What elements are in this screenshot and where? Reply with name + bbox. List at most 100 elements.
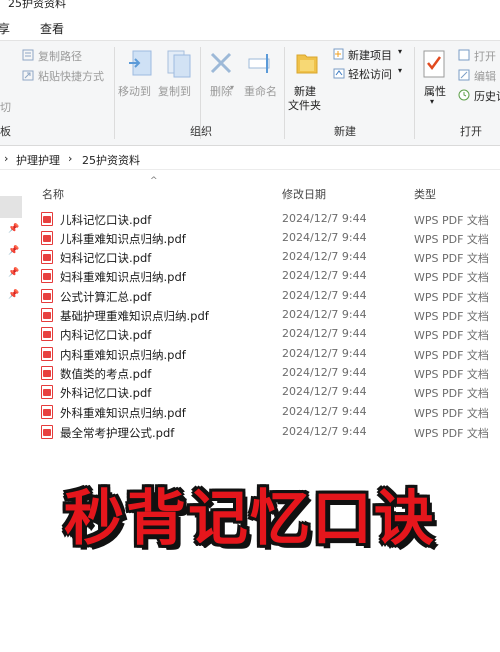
file-type: WPS PDF 文档 bbox=[414, 387, 489, 400]
file-date: 2024/12/7 9:44 bbox=[282, 385, 367, 398]
list-item[interactable]: 内科记忆口诀.pdf 2024/12/7 9:44 WPS PDF 文档 bbox=[0, 325, 500, 344]
list-item[interactable]: 妇科重难知识点归纳.pdf 2024/12/7 9:44 WPS PDF 文档 bbox=[0, 267, 500, 286]
file-name: 最全常考护理公式.pdf bbox=[60, 426, 175, 440]
tab-view[interactable]: 查看 bbox=[40, 20, 64, 37]
pdf-file-icon bbox=[41, 347, 53, 361]
pdf-file-icon bbox=[41, 327, 53, 341]
ribbon-separator bbox=[114, 47, 115, 139]
pdf-file-icon bbox=[41, 212, 53, 226]
list-item[interactable]: 儿科重难知识点归纳.pdf 2024/12/7 9:44 WPS PDF 文档 bbox=[0, 229, 500, 248]
pdf-file-icon bbox=[41, 269, 53, 283]
column-header-name[interactable]: 名称 bbox=[42, 186, 64, 202]
pdf-file-icon bbox=[41, 308, 53, 322]
overlay-title: 秒背记忆口诀 bbox=[64, 484, 436, 554]
breadcrumb-chevron-icon: › bbox=[68, 152, 73, 165]
chevron-down-icon[interactable]: ▾ bbox=[398, 66, 402, 75]
ribbon-separator bbox=[284, 47, 285, 139]
group-label-new: 新建 bbox=[334, 125, 356, 138]
pdf-file-icon bbox=[41, 231, 53, 245]
file-date: 2024/12/7 9:44 bbox=[282, 212, 367, 225]
file-type: WPS PDF 文档 bbox=[414, 291, 489, 304]
file-type: WPS PDF 文档 bbox=[414, 310, 489, 323]
rename-icon bbox=[248, 54, 270, 73]
file-date: 2024/12/7 9:44 bbox=[282, 366, 367, 379]
rename-button[interactable]: 重命名 bbox=[244, 83, 277, 99]
column-header-type[interactable]: 类型 bbox=[414, 186, 436, 202]
open-icon bbox=[458, 49, 470, 61]
file-name: 外科重难知识点归纳.pdf bbox=[60, 406, 186, 420]
pdf-file-icon bbox=[41, 366, 53, 380]
cut-button[interactable]: 切 bbox=[0, 99, 11, 115]
list-item[interactable]: 妇科记忆口诀.pdf 2024/12/7 9:44 WPS PDF 文档 bbox=[0, 248, 500, 267]
new-item-icon bbox=[333, 48, 344, 60]
group-label-organize: 组织 bbox=[190, 125, 212, 138]
file-date: 2024/12/7 9:44 bbox=[282, 425, 367, 438]
group-label-open: 打开 bbox=[460, 125, 482, 138]
explorer-window: 25护资资料 享 查看 切 板 复制路径 粘贴快捷方式 移动到 复制到 删除 ▾… bbox=[0, 0, 500, 652]
new-folder-label-2[interactable]: 文件夹 bbox=[288, 97, 321, 113]
pdf-file-icon bbox=[41, 250, 53, 264]
file-name: 外科记忆口诀.pdf bbox=[60, 386, 152, 400]
ribbon: 切 板 复制路径 粘贴快捷方式 移动到 复制到 删除 ▾ 重命名 组织 新建 文… bbox=[0, 40, 500, 146]
open-button[interactable]: 打开 bbox=[474, 48, 496, 64]
sort-up-icon: ^ bbox=[150, 176, 158, 186]
list-item[interactable]: 内科重难知识点归纳.pdf 2024/12/7 9:44 WPS PDF 文档 bbox=[0, 345, 500, 364]
copy-path-button[interactable]: 复制路径 bbox=[38, 48, 82, 64]
list-item[interactable]: 公式计算汇总.pdf 2024/12/7 9:44 WPS PDF 文档 bbox=[0, 287, 500, 306]
list-item[interactable]: 儿科记忆口诀.pdf 2024/12/7 9:44 WPS PDF 文档 bbox=[0, 210, 500, 229]
delete-button[interactable]: 删除 bbox=[210, 83, 232, 99]
easy-access-button[interactable]: 轻松访问 bbox=[348, 66, 392, 82]
pdf-file-icon bbox=[41, 385, 53, 399]
file-type: WPS PDF 文档 bbox=[414, 368, 489, 381]
chevron-down-icon[interactable]: ▾ bbox=[430, 97, 434, 106]
copy-to-button[interactable]: 复制到 bbox=[158, 83, 191, 99]
delete-icon bbox=[210, 52, 232, 74]
chevron-down-icon[interactable]: ▾ bbox=[230, 83, 234, 92]
history-button[interactable]: 历史记 bbox=[474, 88, 500, 104]
file-name: 儿科重难知识点归纳.pdf bbox=[60, 232, 186, 246]
file-type: WPS PDF 文档 bbox=[414, 329, 489, 342]
copy-path-icon bbox=[22, 49, 34, 61]
file-name: 妇科重难知识点归纳.pdf bbox=[60, 270, 186, 284]
file-date: 2024/12/7 9:44 bbox=[282, 269, 367, 282]
easy-access-icon bbox=[333, 68, 345, 79]
file-name: 内科记忆口诀.pdf bbox=[60, 328, 152, 342]
file-type: WPS PDF 文档 bbox=[414, 214, 489, 227]
history-icon bbox=[458, 89, 470, 101]
edit-button[interactable]: 编辑 bbox=[474, 68, 496, 84]
move-to-button[interactable]: 移动到 bbox=[118, 83, 151, 99]
file-type: WPS PDF 文档 bbox=[414, 233, 489, 246]
list-item[interactable]: 最全常考护理公式.pdf 2024/12/7 9:44 WPS PDF 文档 bbox=[0, 423, 500, 442]
list-item[interactable]: 数值类的考点.pdf 2024/12/7 9:44 WPS PDF 文档 bbox=[0, 364, 500, 383]
file-date: 2024/12/7 9:44 bbox=[282, 308, 367, 321]
list-item[interactable]: 外科记忆口诀.pdf 2024/12/7 9:44 WPS PDF 文档 bbox=[0, 383, 500, 402]
file-name: 基础护理重难知识点归纳.pdf bbox=[60, 309, 209, 323]
pdf-file-icon bbox=[41, 405, 53, 419]
properties-icon bbox=[423, 50, 445, 78]
file-type: WPS PDF 文档 bbox=[414, 349, 489, 362]
chevron-down-icon[interactable]: ▾ bbox=[398, 47, 402, 56]
address-bar[interactable]: › 护理护理 › 25护资资料 bbox=[0, 148, 500, 170]
new-folder-icon bbox=[296, 54, 318, 74]
file-date: 2024/12/7 9:44 bbox=[282, 289, 367, 302]
file-date: 2024/12/7 9:44 bbox=[282, 405, 367, 418]
menu-bar: 享 查看 bbox=[0, 14, 500, 40]
paste-shortcut-button[interactable]: 粘贴快捷方式 bbox=[38, 68, 104, 84]
properties-button[interactable]: 属性 bbox=[424, 83, 446, 99]
ribbon-separator bbox=[414, 47, 415, 139]
file-name: 妇科记忆口诀.pdf bbox=[60, 251, 152, 265]
paste-shortcut-icon bbox=[22, 70, 34, 81]
pdf-file-icon bbox=[41, 425, 53, 439]
breadcrumb-item[interactable]: 25护资资料 bbox=[82, 152, 140, 168]
new-item-button[interactable]: 新建项目 bbox=[348, 47, 392, 63]
tab-share[interactable]: 享 bbox=[0, 20, 10, 37]
list-item[interactable]: 基础护理重难知识点归纳.pdf 2024/12/7 9:44 WPS PDF 文… bbox=[0, 306, 500, 325]
column-header-date[interactable]: 修改日期 bbox=[282, 186, 326, 202]
title-bar: 25护资资料 bbox=[0, 0, 500, 12]
window-title: 25护资资料 bbox=[8, 0, 66, 10]
file-name: 儿科记忆口诀.pdf bbox=[60, 213, 152, 227]
breadcrumb-item[interactable]: 护理护理 bbox=[16, 152, 60, 168]
file-type: WPS PDF 文档 bbox=[414, 252, 489, 265]
list-item[interactable]: 外科重难知识点归纳.pdf 2024/12/7 9:44 WPS PDF 文档 bbox=[0, 403, 500, 422]
file-name: 公式计算汇总.pdf bbox=[60, 290, 152, 304]
